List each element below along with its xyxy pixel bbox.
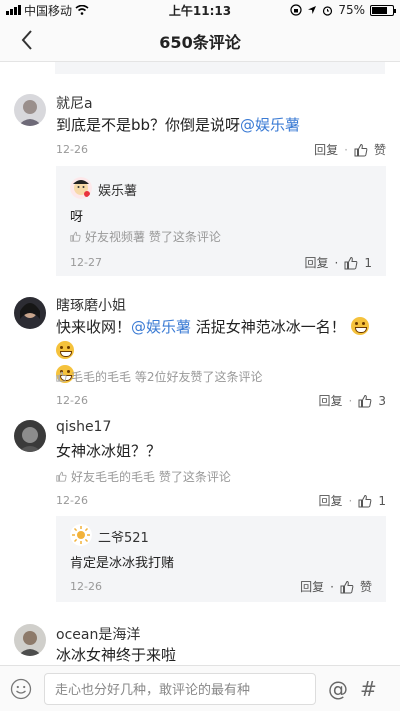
- reply-username[interactable]: 二爷521: [98, 527, 149, 546]
- avatar[interactable]: [14, 297, 46, 329]
- comment-text[interactable]: 冰冰女神终于来啦: [56, 643, 386, 665]
- like-icon[interactable]: [354, 143, 368, 157]
- status-bar: 中国移动 上午11:13 75%: [0, 0, 400, 20]
- reply-meta: 12-27 回复 · 1: [70, 254, 372, 271]
- grin-emoji-icon: [350, 317, 369, 335]
- avatar[interactable]: [14, 94, 46, 126]
- reply-box: 娱乐薯 呀 好友视频薯 赞了这条评论 12-27 回复 · 1: [56, 166, 386, 276]
- emoji-icon[interactable]: [10, 678, 32, 700]
- comment-username[interactable]: ocean是海洋: [56, 624, 140, 644]
- like-icon[interactable]: [340, 580, 354, 594]
- nav-bar: 650条评论: [0, 20, 400, 62]
- comment-meta: 12-26 回复 · 3: [56, 392, 386, 409]
- comment-username[interactable]: qishe17: [56, 419, 111, 435]
- previous-reply-box: [55, 62, 385, 74]
- comment-list[interactable]: 就尼a 到底是不是bb？你倒是说呀@娱乐薯 12-26 回复 · 赞 娱乐薯 呀…: [0, 62, 400, 665]
- reply-button[interactable]: 回复: [319, 492, 343, 509]
- location-icon: [308, 6, 317, 14]
- comment-meta: 12-26 回复 · 赞: [56, 141, 386, 158]
- like-icon[interactable]: [358, 394, 372, 408]
- reply-button[interactable]: 回复: [314, 141, 338, 158]
- signal-icon: [6, 5, 21, 15]
- like-icon[interactable]: [358, 494, 372, 508]
- like-icon: [56, 371, 67, 382]
- reply-date: 12-26: [70, 580, 102, 593]
- reply-button[interactable]: 回复: [300, 578, 324, 595]
- reply-date: 12-27: [70, 256, 102, 269]
- liked-by-line: 好友毛毛的毛毛 赞了这条评论: [56, 468, 231, 485]
- reply-meta: 12-26 回复 · 赞: [70, 578, 372, 595]
- battery-icon: [370, 4, 396, 16]
- reply-text[interactable]: 呀: [70, 206, 83, 225]
- chevron-left-icon[interactable]: [20, 28, 34, 52]
- liked-by-line: 毛毛的毛毛 等2位好友赞了这条评论: [56, 368, 262, 385]
- comment-meta: 12-26 回复 · 1: [56, 492, 386, 509]
- wifi-icon: [75, 5, 89, 15]
- like-count[interactable]: 3: [378, 394, 386, 408]
- avatar[interactable]: [14, 420, 46, 452]
- like-button[interactable]: 赞: [374, 141, 386, 158]
- comment-text[interactable]: 女神冰冰姐？？: [56, 439, 386, 463]
- like-icon: [56, 471, 67, 482]
- avatar[interactable]: [14, 624, 46, 656]
- like-icon: [70, 231, 81, 242]
- comment-input[interactable]: 走心也分好几种，敢评论的最有种: [44, 672, 316, 705]
- mention-button[interactable]: @: [328, 677, 348, 701]
- reply-button[interactable]: 回复: [319, 392, 343, 409]
- rotation-lock-icon: [290, 4, 302, 16]
- like-count[interactable]: 1: [378, 494, 386, 508]
- page-title: 650条评论: [159, 32, 241, 52]
- battery-percent: 75%: [338, 3, 365, 17]
- mention-link[interactable]: @娱乐薯: [240, 116, 300, 134]
- comment-input-bar: 走心也分好几种，敢评论的最有种 @ #: [0, 665, 400, 711]
- comment-date: 12-26: [56, 394, 88, 407]
- comment-date: 12-26: [56, 494, 88, 507]
- like-button[interactable]: 赞: [360, 578, 372, 595]
- comment-text[interactable]: 到底是不是bb？你倒是说呀@娱乐薯: [56, 113, 386, 137]
- reply-button[interactable]: 回复: [305, 254, 329, 271]
- liked-by-line: 好友视频薯 赞了这条评论: [70, 228, 221, 245]
- reply-box: 二爷521 肯定是冰冰我打赌 12-26 回复 · 赞: [56, 516, 386, 602]
- reply-text[interactable]: 肯定是冰冰我打赌: [70, 552, 174, 571]
- alarm-icon: [323, 5, 333, 16]
- grin-emoji-icon: [56, 341, 74, 359]
- reply-username[interactable]: 娱乐薯: [98, 180, 137, 199]
- mention-link[interactable]: @娱乐薯: [131, 318, 191, 336]
- comment-date: 12-26: [56, 143, 88, 156]
- avatar[interactable]: [70, 524, 92, 546]
- like-count[interactable]: 1: [364, 256, 372, 270]
- like-icon[interactable]: [344, 256, 358, 270]
- carrier-label: 中国移动: [24, 3, 73, 18]
- avatar[interactable]: [70, 177, 92, 199]
- topic-button[interactable]: #: [360, 677, 377, 701]
- comment-username[interactable]: 瞎琢磨小姐: [56, 295, 126, 315]
- comment-username[interactable]: 就尼a: [56, 93, 93, 113]
